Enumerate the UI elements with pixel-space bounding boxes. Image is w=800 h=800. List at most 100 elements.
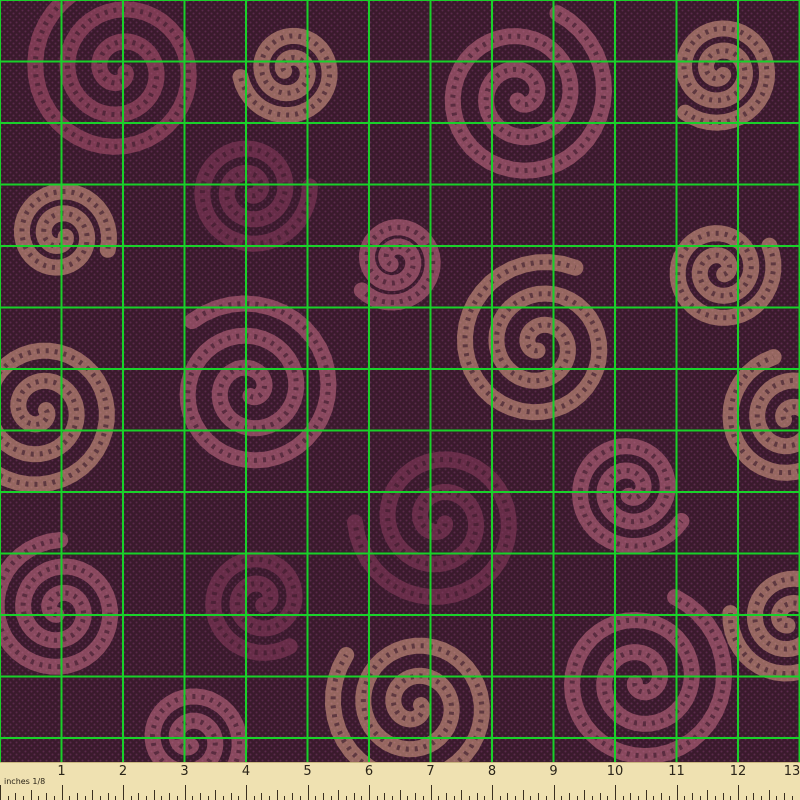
- ruler-tick: [538, 793, 540, 800]
- ruler-tick: [276, 790, 278, 800]
- ruler-tick: [30, 790, 32, 800]
- ruler-tick: [169, 793, 171, 800]
- ruler-tick: [630, 793, 632, 800]
- ruler-tick: [376, 796, 378, 800]
- ruler: inches 1/8 1 2 3 4 5 6 7 8 9 10 11 12 13: [0, 762, 800, 800]
- ruler-tick: [53, 796, 55, 800]
- ruler-tick: [392, 796, 394, 800]
- ruler-tick: [269, 796, 271, 800]
- ruler-tick: [676, 785, 678, 800]
- ruler-label: 11: [668, 764, 685, 779]
- ruler-tick: [691, 793, 693, 800]
- ruler-tick: [622, 796, 624, 800]
- ruler-tick: [568, 793, 570, 800]
- ruler-tick: [361, 796, 363, 800]
- ruler-label: 5: [303, 764, 312, 779]
- ruler-tick: [591, 796, 593, 800]
- ruler-tick: [207, 796, 209, 800]
- ruler-tick: [492, 785, 493, 800]
- ruler-tick: [246, 785, 247, 800]
- ruler-tick: [553, 785, 555, 800]
- ruler-tick: [15, 793, 17, 800]
- ruler-tick: [353, 793, 355, 800]
- ruler-tick: [776, 796, 778, 800]
- ruler-tick: [7, 796, 9, 800]
- ruler-tick: [615, 785, 616, 800]
- ruler-tick: [253, 796, 255, 800]
- ruler-tick: [138, 793, 140, 800]
- ruler-tick: [438, 796, 440, 800]
- ruler-tick: [507, 793, 509, 800]
- ruler-tick: [661, 793, 663, 800]
- ruler-label: 13: [783, 764, 800, 779]
- ruler-tick: [445, 793, 447, 800]
- ruler-tick: [0, 785, 1, 800]
- ruler-tick: [99, 796, 101, 800]
- ruler-label: 10: [606, 764, 624, 779]
- ruler-tick: [322, 793, 324, 800]
- ruler-tick: [261, 793, 263, 800]
- ruler-label: 12: [729, 764, 747, 779]
- ruler-tick: [184, 785, 186, 800]
- ruler-tick: [61, 785, 63, 800]
- ruler-tick: [768, 790, 770, 800]
- ruler-tick: [761, 796, 763, 800]
- ruler-tick: [23, 796, 25, 800]
- ruler-tick: [745, 796, 747, 800]
- ruler-tick: [284, 796, 286, 800]
- ruler-tick: [461, 790, 463, 800]
- ruler-tick: [422, 796, 424, 800]
- ruler-tick: [430, 785, 432, 800]
- ruler-tick: [576, 796, 578, 800]
- ruler-tick: [584, 790, 586, 800]
- ruler-tick: [753, 793, 755, 800]
- ruler-tick: [499, 796, 501, 800]
- ruler-label: 2: [118, 764, 128, 779]
- ruler-tick: [292, 793, 294, 800]
- ruler-tick: [638, 796, 640, 800]
- ruler-tick: [599, 793, 601, 800]
- ruler-tick: [307, 785, 309, 800]
- ruler-label: 9: [549, 764, 558, 779]
- ruler-tick: [238, 796, 240, 800]
- ruler-tick: [384, 793, 386, 800]
- ruler-tick: [69, 796, 71, 800]
- ruler-tick: [84, 796, 86, 800]
- fabric-swatch: inches 1/8 1 2 3 4 5 6 7 8 9 10 11 12 13: [0, 0, 800, 800]
- ruler-tick: [738, 785, 739, 800]
- ruler-tick: [92, 790, 94, 800]
- ruler-tick: [561, 796, 563, 800]
- ruler-tick: [76, 793, 78, 800]
- ruler-tick: [730, 796, 732, 800]
- ruler-tick: [146, 796, 148, 800]
- ruler-tick: [299, 796, 301, 800]
- ruler-tick: [515, 796, 517, 800]
- ruler-label: 4: [241, 764, 251, 779]
- ruler-tick: [453, 796, 455, 800]
- ruler-tick: [369, 785, 370, 800]
- ruler-tick: [791, 796, 793, 800]
- ruler-tick: [668, 796, 670, 800]
- ruler-tick: [230, 793, 232, 800]
- ruler-tick: [645, 790, 647, 800]
- ruler-tick: [415, 793, 417, 800]
- ruler-tick: [653, 796, 655, 800]
- ruler-tick: [468, 796, 470, 800]
- ruler-label: 6: [364, 764, 374, 779]
- ruler-tick: [222, 796, 224, 800]
- ruler-tick: [699, 796, 701, 800]
- ruler-tick: [338, 790, 340, 800]
- ruler-tick: [107, 793, 109, 800]
- ruler-label: 1: [57, 764, 66, 779]
- ruler-tick: [714, 796, 716, 800]
- ruler-tick: [522, 790, 524, 800]
- ruler-tick: [345, 796, 347, 800]
- ruler-tick: [330, 796, 332, 800]
- ruler-tick: [407, 796, 409, 800]
- ruler-tick: [115, 796, 117, 800]
- ruler-tick: [161, 796, 163, 800]
- ruler-label: 3: [180, 764, 189, 779]
- ruler-tick: [130, 796, 132, 800]
- ruler-tick: [46, 793, 48, 800]
- ruler-tick: [399, 790, 401, 800]
